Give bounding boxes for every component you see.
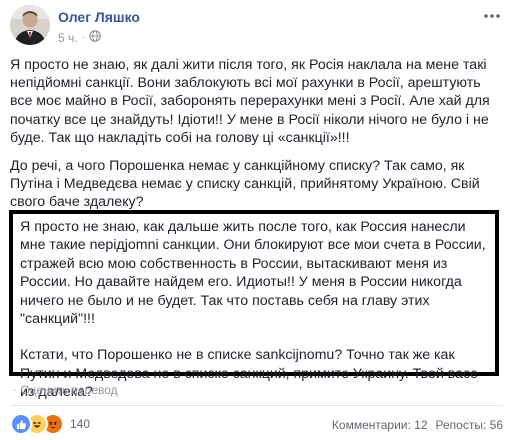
post-time[interactable]: 5 ч. (58, 31, 78, 45)
facebook-post: Олег Ляшко 5 ч. · Я просто не знаю, як д… (0, 0, 513, 440)
translation-paragraph-1: Я просто не знаю, как дальше жить после … (20, 219, 486, 328)
rate-translation: · Оценить перевод (13, 383, 118, 397)
meta-separator: · (81, 32, 85, 43)
post-text-paragraph-1: Я просто не знаю, як далі жити після тог… (10, 57, 490, 146)
globe-icon[interactable] (89, 30, 101, 45)
post-meta: 5 ч. · (58, 30, 101, 45)
translation-box: Я просто не знаю, как дальше жить после … (9, 210, 499, 400)
more-options-icon[interactable] (481, 8, 503, 24)
like-icon (10, 413, 32, 435)
reactions-summary[interactable]: 140 (10, 413, 91, 435)
avatar[interactable] (10, 5, 50, 45)
rate-translation-link[interactable]: Оценить перевод (20, 383, 117, 397)
divider (10, 405, 503, 406)
engagement-counts: Комментарии: 12 Репосты: 56 (332, 418, 503, 432)
reaction-count: 140 (70, 417, 91, 431)
author-name[interactable]: Олег Ляшко (58, 9, 140, 25)
post-text-paragraph-2: До речі, а чого Порошенка немає у санкці… (10, 158, 480, 211)
comments-count-link[interactable]: Комментарии: 12 (332, 418, 428, 432)
reposts-count-link[interactable]: Репосты: 56 (436, 418, 503, 432)
avatar-photo (10, 5, 50, 45)
rate-separator: · (13, 384, 17, 396)
